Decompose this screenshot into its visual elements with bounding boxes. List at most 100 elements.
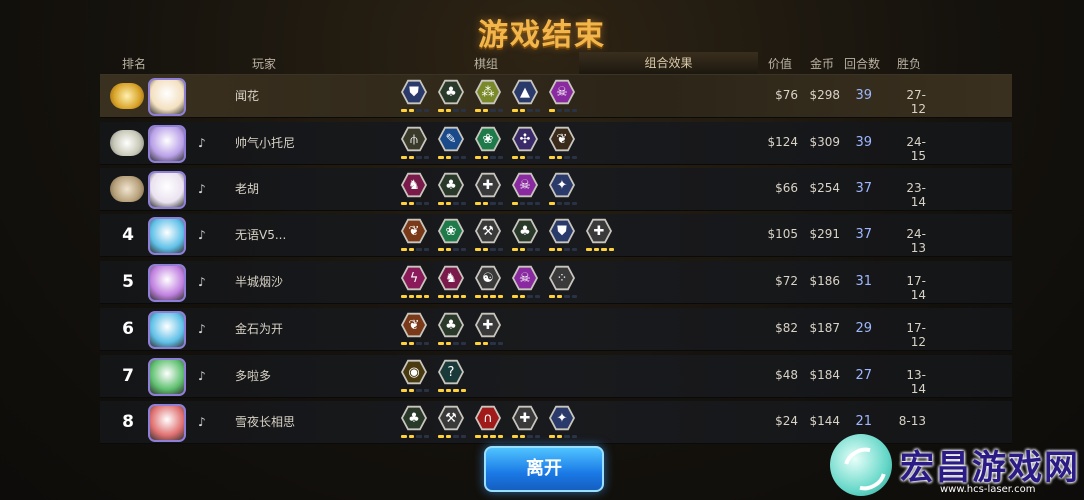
synergy-leaf[interactable]: ❦ — [401, 218, 429, 251]
gold-value: $291 — [809, 227, 840, 241]
triad-icon: ⁂ — [475, 79, 501, 105]
demon-icon: ☠ — [512, 265, 538, 291]
voice-icon[interactable]: ♪ — [198, 136, 212, 150]
synergy-knight[interactable]: ♞ — [438, 265, 466, 298]
synergy-progress — [549, 248, 577, 251]
axe-icon: ⚒ — [438, 405, 464, 431]
synergy-clover[interactable]: ♣ — [512, 218, 540, 251]
voice-icon[interactable]: ♪ — [198, 369, 212, 383]
avatar[interactable] — [148, 125, 186, 163]
synergy-wizard-hat[interactable]: ⛊ — [549, 218, 577, 251]
synergy-axe[interactable]: ⚒ — [438, 405, 466, 438]
voice-icon[interactable]: ♪ — [198, 182, 212, 196]
tab-synergy[interactable]: 组合效果 — [579, 52, 758, 76]
rounds-value: 39 — [855, 135, 872, 150]
synergy-knight[interactable]: ♞ — [401, 172, 429, 205]
synergy-clover[interactable]: ♣ — [438, 312, 466, 345]
record-value: 23-14 — [906, 181, 926, 209]
synergy-progress — [586, 248, 614, 251]
synergy-question[interactable]: ? — [438, 359, 466, 392]
synergy-clover[interactable]: ♣ — [401, 405, 429, 438]
rank-medal-icon — [110, 83, 144, 109]
synergy-progress — [401, 156, 429, 159]
gold-value: $144 — [809, 414, 840, 428]
synergy-shuriken[interactable]: ✦ — [549, 172, 577, 205]
table-row[interactable]: 闻花 ⛊ ♣ ⁂ ▲ ☠ $76 $298 39 27-12 — [100, 75, 1012, 118]
synergy-progress — [549, 295, 577, 298]
synergy-progress — [438, 295, 466, 298]
synergy-witch-hat[interactable]: ▲ — [512, 79, 540, 112]
synergy-progress — [549, 202, 577, 205]
leaf-icon: ❦ — [549, 126, 575, 152]
rank-number: 8 — [122, 412, 134, 432]
synergy-tridents[interactable]: ⫛ — [401, 126, 429, 159]
synergy-cross[interactable]: ✚ — [586, 218, 614, 251]
synergy-cross[interactable]: ✚ — [475, 312, 503, 345]
table-row[interactable]: ♪ 老胡 ♞ ♣ ✚ ☠ ✦ $66 $254 37 23-14 — [100, 168, 1012, 211]
synergy-fishbone[interactable]: ✣ — [512, 126, 540, 159]
clover-icon: ♣ — [401, 405, 427, 431]
avatar[interactable] — [148, 264, 186, 302]
synergy-feather[interactable]: ✎ — [438, 126, 466, 159]
shuriken-icon: ✦ — [549, 405, 575, 431]
table-row[interactable]: 7 ♪ 多啦多 ◉ ? $48 $184 27 13-14 — [100, 355, 1012, 398]
synergy-demon[interactable]: ☠ — [512, 265, 540, 298]
yin-icon: ☯ — [475, 265, 501, 291]
synergy-bolt[interactable]: ϟ — [401, 265, 429, 298]
avatar[interactable] — [148, 217, 186, 255]
table-row[interactable]: 4 ♪ 无语V5... ❦ ❀ ⚒ ♣ ⛊ ✚ $105 $291 37 24-13 — [100, 214, 1012, 257]
synergy-cross[interactable]: ✚ — [512, 405, 540, 438]
rounds-value: 31 — [855, 274, 872, 289]
synergy-demon[interactable]: ☠ — [512, 172, 540, 205]
synergy-progress — [512, 156, 540, 159]
rounds-value: 27 — [855, 368, 872, 383]
synergy-paw[interactable]: ❀ — [438, 218, 466, 251]
avatar[interactable] — [148, 171, 186, 209]
watermark-url: www.hcs-laser.com — [940, 484, 1036, 495]
rank-medal-icon — [110, 176, 144, 202]
synergy-progress — [512, 109, 540, 112]
voice-icon[interactable]: ♪ — [198, 415, 212, 429]
record-value: 17-12 — [906, 321, 926, 349]
cross-icon: ✚ — [475, 312, 501, 338]
synergy-orb[interactable]: ◉ — [401, 359, 429, 392]
synergy-wizard-hat[interactable]: ⛊ — [401, 79, 429, 112]
synergy-progress — [438, 342, 466, 345]
table-row[interactable]: ♪ 帅气小托尼 ⫛ ✎ ❀ ✣ ❦ $124 $309 39 24-15 — [100, 122, 1012, 165]
leave-button[interactable]: 离开 — [484, 446, 604, 492]
voice-icon[interactable]: ♪ — [198, 322, 212, 336]
synergy-leaf[interactable]: ❦ — [401, 312, 429, 345]
avatar[interactable] — [148, 358, 186, 396]
value-value: $66 — [775, 181, 798, 195]
avatar[interactable] — [148, 404, 186, 442]
synergy-progress — [512, 202, 540, 205]
value-value: $72 — [775, 274, 798, 288]
synergy-progress — [475, 248, 503, 251]
synergy-dots[interactable]: ⁘ — [549, 265, 577, 298]
rounds-value: 21 — [855, 414, 872, 429]
synergy-triad[interactable]: ⁂ — [475, 79, 503, 112]
table-row[interactable]: 5 ♪ 半城烟沙 ϟ ♞ ☯ ☠ ⁘ $72 $186 31 17-14 — [100, 261, 1012, 304]
avatar[interactable] — [148, 78, 186, 116]
synergy-demon[interactable]: ☠ — [549, 79, 577, 112]
synergy-cross[interactable]: ✚ — [475, 172, 503, 205]
synergy-clover[interactable]: ♣ — [438, 172, 466, 205]
cross-icon: ✚ — [586, 218, 612, 244]
synergy-shuriken[interactable]: ✦ — [549, 405, 577, 438]
synergy-clover[interactable]: ♣ — [438, 79, 466, 112]
question-icon: ? — [438, 359, 464, 385]
synergy-axe[interactable]: ⚒ — [475, 218, 503, 251]
voice-icon[interactable]: ♪ — [198, 228, 212, 242]
synergy-paw[interactable]: ❀ — [475, 126, 503, 159]
gold-value: $309 — [809, 135, 840, 149]
voice-icon[interactable]: ♪ — [198, 275, 212, 289]
synergy-arch[interactable]: ∩ — [475, 405, 503, 438]
synergy-yin[interactable]: ☯ — [475, 265, 503, 298]
rounds-value: 37 — [855, 227, 872, 242]
value-value: $124 — [767, 135, 798, 149]
synergy-progress — [401, 202, 429, 205]
value-value: $82 — [775, 321, 798, 335]
table-row[interactable]: 6 ♪ 金石为开 ❦ ♣ ✚ $82 $187 29 17-12 — [100, 308, 1012, 351]
synergy-leaf[interactable]: ❦ — [549, 126, 577, 159]
avatar[interactable] — [148, 311, 186, 349]
